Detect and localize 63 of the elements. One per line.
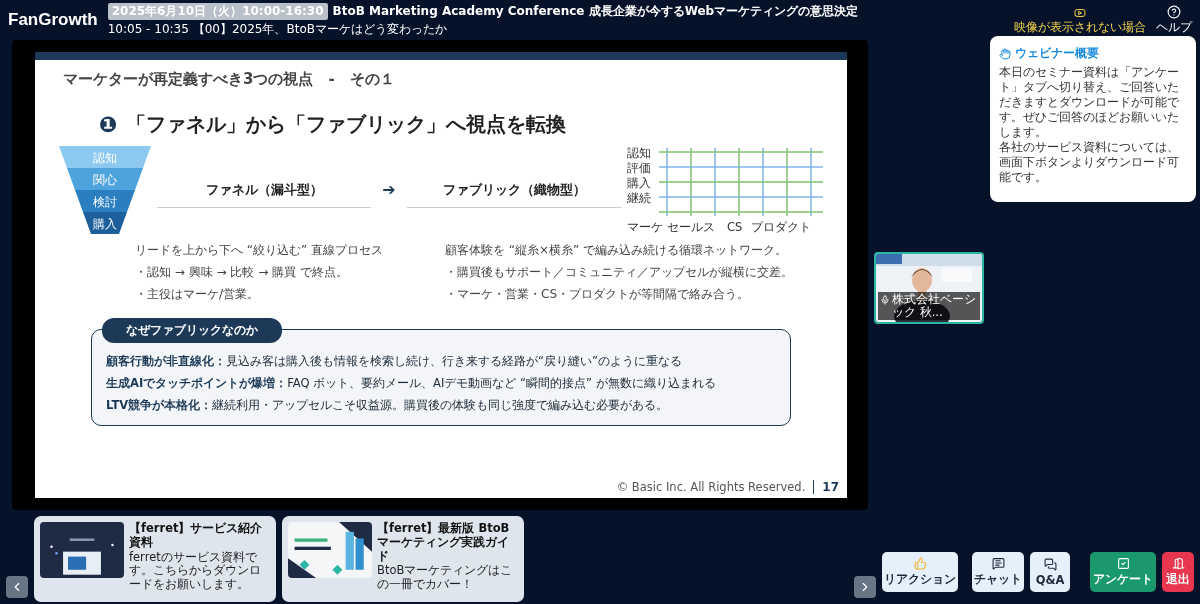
session-title: 10:05 - 10:35 【00】2025年、BtoBマーケはどう変わったか	[107, 20, 448, 38]
material-title: 【ferret】最新版 BtoBマーケティング実践ガイド	[377, 522, 511, 564]
speaker-name: 株式会社ベーシック 秋...	[892, 292, 977, 319]
body-text: ・購買後もサポート／コミュニティ／アップセルが縦横に交差。	[445, 264, 794, 281]
reason-text: 顧客行動が非直線化：見込み客は購入後も情報を検索し続け、行き来する経路が“戻り縫い”のように重なる	[106, 354, 683, 369]
panel-label: なぜファブリックなのか	[102, 318, 282, 343]
column-label: セールス	[667, 220, 715, 234]
body-text: ・認知 → 興味 → 比較 → 購買 で終点。	[135, 264, 349, 281]
column-label: CS	[727, 220, 743, 234]
panel-title: ウェビナー概要	[1015, 45, 1099, 62]
exit-button[interactable]: 退出	[1162, 552, 1194, 592]
reaction-button[interactable]: リアクション	[882, 552, 958, 592]
body-text: ・マーケ・営業・CS・プロダクトが等間隔で絡み合う。	[445, 286, 750, 303]
conference-title: BtoB Marketing Academy Conference 成長企業が今するWebマーケティングの意思決定	[332, 2, 859, 20]
video-icon	[1074, 7, 1086, 19]
speaker-video[interactable]: 株式会社ベーシック 秋...	[874, 252, 984, 324]
column-label: プロダクト	[751, 220, 811, 234]
chat-bubbles-icon	[1043, 557, 1057, 571]
slide-title: マーケターが再定義すべき3つの視点 - その１	[62, 69, 396, 89]
copyright: © Basic Inc. All Rights Reserved.	[616, 480, 806, 494]
column-label: マーケ	[627, 220, 663, 234]
funnel-label: 購入	[93, 217, 117, 231]
material-card[interactable]: 【ferret】サービス紹介資料 ferretのサービス資料です。こちらからダウンロードをお願いします。	[34, 516, 276, 602]
column-heading: ファブリック（織物型）	[407, 146, 621, 208]
reason-text: 生成AIでタッチポイントが爆増：FAQ ボット、要約メール、AIデモ動画など “瞬間的接点” が無数に織り込まれる	[106, 376, 717, 391]
overview-text: 各社のサービス資料については、画面下ボタンよりダウンロード可能です。	[999, 139, 1180, 185]
logo: FanGrowth	[8, 9, 98, 31]
survey-button[interactable]: アンケート	[1090, 552, 1156, 592]
hand-icon	[999, 47, 1011, 60]
page-number: 17	[813, 480, 839, 494]
thumbs-up-icon	[913, 557, 927, 570]
help-icon	[1167, 5, 1181, 19]
body-text: 顧客体験を “縦糸×横糸” で編み込み続ける循環ネットワーク。	[445, 242, 789, 259]
funnel-label: 検討	[93, 195, 117, 209]
reason-text: LTV競争が本格化：継続利用・アップセルこそ収益源。購買後の体験も同じ強度で編み込む必要がある。	[106, 398, 670, 413]
next-button[interactable]	[854, 576, 876, 598]
overview-text: 本日のセミナー資料は「アンケート」タブへ切り替え、ご回答いただきますとダウンロードが可能です。ぜひご回答のほどお願いいたします。	[999, 65, 1180, 140]
row-label: 認知	[627, 146, 651, 160]
help-link[interactable]: ヘルプ	[1156, 5, 1192, 35]
checkbox-icon	[1116, 557, 1130, 570]
step-number: ❶	[99, 112, 118, 137]
arrow: ➔	[381, 179, 397, 199]
row-label: 継続	[627, 191, 651, 205]
previous-button[interactable]	[6, 576, 28, 598]
column-heading: ファネル（漏斗型）	[157, 146, 371, 208]
body-text: ・主役はマーケ/営業。	[135, 286, 261, 303]
qa-button[interactable]: Q&A	[1030, 552, 1070, 592]
chat-button[interactable]: チャット	[972, 552, 1024, 592]
mic-icon	[880, 294, 890, 305]
row-label: 評価	[627, 161, 651, 175]
funnel-label: 認知	[93, 151, 117, 165]
material-card[interactable]: 【ferret】最新版 BtoBマーケティング実践ガイド BtoBマーケティングはこの一冊でカバー！	[282, 516, 524, 602]
material-description: ferretのサービス資料です。こちらからダウンロードをお願いします。	[129, 550, 262, 592]
body-text: リードを上から下へ “絞り込む” 直線プロセス	[135, 242, 385, 259]
video-help-link[interactable]: 映像が表示されない場合	[1014, 7, 1146, 35]
material-description: BtoBマーケティングはこの一冊でカバー！	[377, 564, 514, 592]
material-title: 【ferret】サービス紹介資料	[129, 522, 264, 550]
chat-icon	[991, 557, 1005, 570]
date-badge: 2025年6月10日（火）10:00-16:30	[107, 2, 328, 20]
door-icon	[1171, 557, 1185, 570]
funnel-label: 関心	[93, 173, 117, 187]
slide-heading: 「ファネル」から「ファブリック」へ視点を転換	[125, 111, 566, 138]
row-label: 購入	[627, 176, 651, 190]
